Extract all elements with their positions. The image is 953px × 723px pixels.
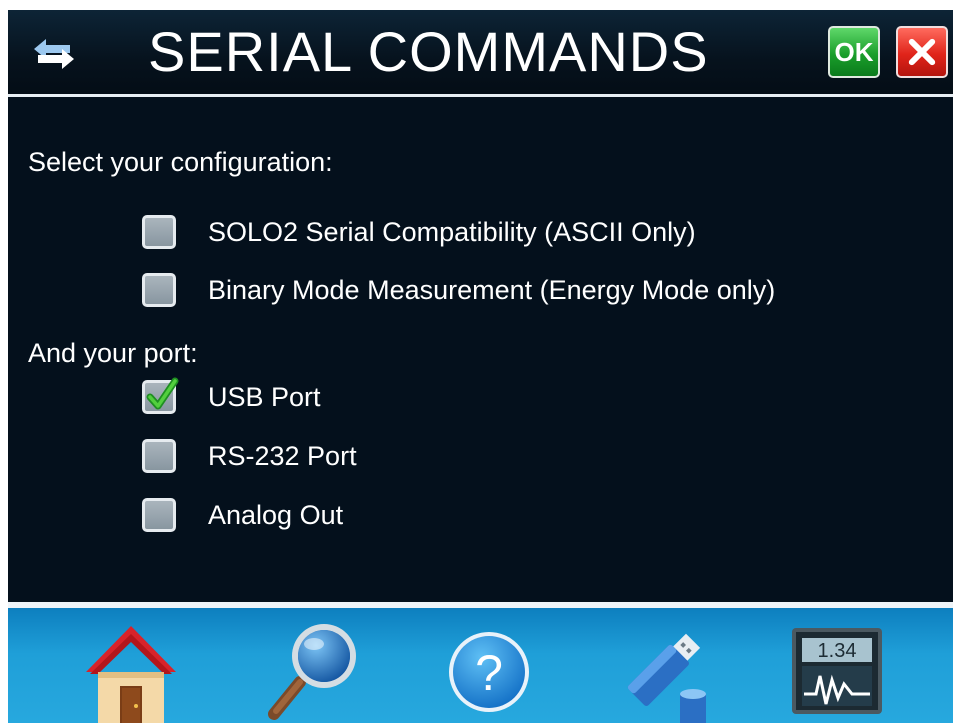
help-button[interactable]: ? bbox=[434, 614, 544, 723]
option-solo2-serial-compatibility[interactable]: SOLO2 Serial Compatibility (ASCII Only) bbox=[142, 212, 696, 252]
search-icon bbox=[268, 624, 356, 720]
close-x-icon bbox=[908, 38, 936, 66]
help-icon: ? bbox=[449, 632, 529, 712]
usb-port-checkbox[interactable] bbox=[142, 377, 179, 414]
binary-mode-checkbox[interactable] bbox=[142, 273, 176, 307]
page-title: SERIAL COMMANDS bbox=[148, 20, 709, 83]
port-prompt: And your port: bbox=[28, 338, 198, 368]
swap-arrows-icon[interactable] bbox=[30, 36, 78, 72]
ok-button[interactable]: OK bbox=[828, 26, 880, 78]
rs232-port-checkbox[interactable] bbox=[142, 439, 176, 473]
header-divider bbox=[8, 94, 953, 97]
header-bar: SERIAL COMMANDS OK bbox=[8, 10, 953, 94]
option-label: RS-232 Port bbox=[208, 440, 357, 471]
bottom-toolbar: ? 1.34 bbox=[8, 608, 953, 723]
option-label: Binary Mode Measurement (Energy Mode onl… bbox=[208, 274, 776, 305]
option-binary-mode-measurement[interactable]: Binary Mode Measurement (Energy Mode onl… bbox=[142, 270, 775, 310]
search-button[interactable] bbox=[262, 614, 372, 723]
meter-reading: 1.34 bbox=[818, 640, 857, 662]
configuration-prompt: Select your configuration: bbox=[28, 147, 333, 177]
usb-drive-icon bbox=[627, 633, 706, 723]
meter-display-icon: 1.34 bbox=[792, 628, 882, 714]
usb-export-button[interactable] bbox=[602, 614, 712, 723]
close-button[interactable] bbox=[896, 26, 948, 78]
option-usb-port[interactable]: USB Port bbox=[142, 377, 321, 417]
home-button[interactable] bbox=[76, 614, 186, 723]
option-label: Analog Out bbox=[208, 499, 344, 530]
meter-display-button[interactable]: 1.34 bbox=[782, 614, 892, 723]
option-label: SOLO2 Serial Compatibility (ASCII Only) bbox=[208, 216, 696, 247]
option-analog-out[interactable]: Analog Out bbox=[142, 495, 343, 535]
solo2-compatibility-checkbox[interactable] bbox=[142, 215, 176, 249]
option-rs232-port[interactable]: RS-232 Port bbox=[142, 436, 357, 476]
analog-out-checkbox[interactable] bbox=[142, 498, 176, 532]
help-glyph: ? bbox=[475, 645, 503, 701]
serial-commands-screen: SERIAL COMMANDS OK Select your configura… bbox=[8, 10, 953, 723]
home-icon bbox=[86, 626, 176, 723]
option-label: USB Port bbox=[208, 381, 321, 412]
checkmark-icon bbox=[146, 377, 179, 410]
